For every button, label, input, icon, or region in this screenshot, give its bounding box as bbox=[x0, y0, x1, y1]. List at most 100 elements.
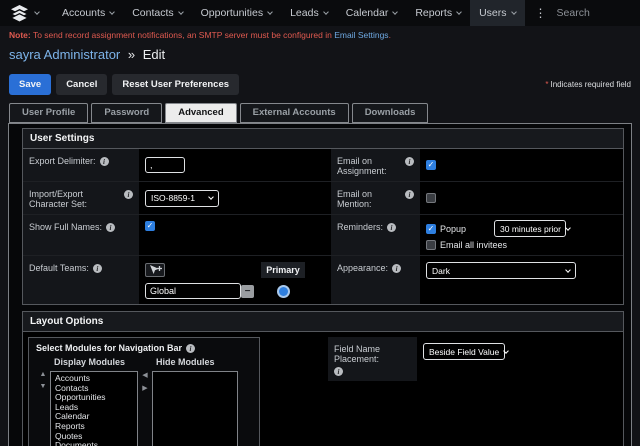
nav-item-calendar[interactable]: Calendar bbox=[337, 0, 407, 26]
arrow-plus-icon bbox=[149, 265, 162, 275]
tab-downloads[interactable]: Downloads bbox=[352, 103, 429, 123]
appearance-value-cell: Dark bbox=[420, 255, 623, 304]
field-label: Field Name Placement: bbox=[334, 344, 411, 364]
info-icon[interactable]: i bbox=[186, 344, 195, 353]
nav-item-leads[interactable]: Leads bbox=[281, 0, 337, 26]
email-all-invitees-checkbox[interactable] bbox=[426, 240, 436, 250]
email-on-mention-label-cell: Email on Mention: i bbox=[331, 181, 420, 214]
chevron-down-icon bbox=[503, 348, 509, 354]
add-team-button[interactable] bbox=[145, 263, 165, 277]
nav-item-label: Leads bbox=[290, 7, 319, 19]
export-delimiter-input[interactable] bbox=[145, 157, 185, 173]
reminders-label-cell: Reminders: i bbox=[331, 214, 420, 255]
email-on-assignment-label-cell: Email on Assignment: i bbox=[331, 149, 420, 181]
search-input[interactable] bbox=[557, 7, 640, 19]
appearance-label-cell: Appearance: i bbox=[331, 255, 420, 304]
appearance-selected-value: Dark bbox=[432, 266, 450, 276]
info-icon[interactable]: i bbox=[93, 264, 102, 273]
advanced-tab-content: User Settings Export Delimiter: i Email … bbox=[8, 123, 632, 446]
team-name-input[interactable] bbox=[145, 283, 241, 299]
info-icon[interactable]: i bbox=[387, 223, 396, 232]
cancel-button[interactable]: Cancel bbox=[56, 74, 107, 95]
default-teams-value-cell: Primary − bbox=[139, 255, 331, 304]
charset-select[interactable]: ISO-8859-1 bbox=[145, 190, 219, 207]
remove-team-button[interactable]: − bbox=[241, 285, 254, 298]
field-label: Export Delimiter: bbox=[29, 156, 96, 166]
display-modules-label: Display Modules bbox=[54, 357, 138, 367]
nav-item-label: Users bbox=[479, 7, 506, 19]
hide-modules-listbox[interactable] bbox=[152, 371, 238, 446]
field-label: Appearance: bbox=[337, 263, 388, 273]
show-full-names-label-cell: Show Full Names: i bbox=[23, 214, 139, 255]
user-edit-tabs: User Profile Password Advanced External … bbox=[9, 103, 631, 123]
default-teams-widget: Primary − bbox=[145, 262, 305, 299]
reminders-value-cell: ✓ Popup 30 minutes prior Email all invit… bbox=[420, 214, 623, 255]
info-icon[interactable]: i bbox=[334, 367, 343, 376]
user-settings-panel: User Settings Export Delimiter: i Email … bbox=[22, 128, 624, 305]
default-teams-label-cell: Default Teams: i bbox=[23, 255, 139, 304]
move-right-icon[interactable]: ▶ bbox=[142, 384, 147, 392]
breadcrumb: sayra Administrator » Edit bbox=[0, 40, 640, 62]
nav-item-contacts[interactable]: Contacts bbox=[123, 0, 191, 26]
move-up-icon[interactable]: ▲ bbox=[40, 371, 47, 378]
field-label: Email on Mention: bbox=[337, 189, 401, 209]
move-down-icon[interactable]: ▼ bbox=[40, 383, 47, 390]
edit-toolbar: Save Cancel Reset User Preferences *Indi… bbox=[0, 62, 640, 95]
tab-external-accounts[interactable]: External Accounts bbox=[240, 103, 349, 123]
nav-item-reports[interactable]: Reports bbox=[406, 0, 470, 26]
tab-password[interactable]: Password bbox=[91, 103, 162, 123]
breadcrumb-record-link[interactable]: sayra Administrator bbox=[9, 47, 120, 62]
info-icon[interactable]: i bbox=[405, 157, 414, 166]
show-full-names-checkbox[interactable]: ✓ bbox=[145, 221, 155, 231]
field-label: Reminders: bbox=[337, 222, 383, 232]
nav-item-users[interactable]: Users bbox=[470, 0, 524, 26]
nav-item-label: Opportunities bbox=[201, 7, 263, 19]
info-icon[interactable]: i bbox=[392, 264, 401, 273]
user-settings-grid: Export Delimiter: i Email on Assignment:… bbox=[23, 149, 623, 304]
info-icon[interactable]: i bbox=[124, 190, 133, 199]
reset-user-preferences-button[interactable]: Reset User Preferences bbox=[112, 74, 239, 95]
primary-team-radio[interactable] bbox=[279, 287, 288, 296]
chevron-down-icon bbox=[511, 9, 517, 15]
popup-timing-select[interactable]: 30 minutes prior bbox=[494, 220, 566, 237]
tab-advanced[interactable]: Advanced bbox=[165, 103, 236, 123]
app-logo-layers-icon[interactable] bbox=[10, 5, 29, 22]
tab-user-profile[interactable]: User Profile bbox=[9, 103, 88, 123]
select-modules-title: Select Modules for Navigation Bar bbox=[36, 343, 182, 353]
smtp-note-prefix: Note: bbox=[9, 30, 31, 40]
chevron-down-icon bbox=[456, 9, 462, 15]
appearance-select[interactable]: Dark bbox=[426, 262, 576, 279]
move-left-icon[interactable]: ◀ bbox=[142, 371, 147, 379]
primary-column-header: Primary bbox=[261, 262, 305, 278]
save-button[interactable]: Save bbox=[9, 74, 51, 95]
info-icon[interactable]: i bbox=[100, 157, 109, 166]
layout-options-panel: Layout Options Select Modules for Naviga… bbox=[22, 311, 624, 446]
breadcrumb-separator: » bbox=[128, 47, 135, 62]
field-name-placement-select[interactable]: Beside Field Value bbox=[423, 343, 505, 360]
logo-menu-chevron-down-icon[interactable] bbox=[34, 9, 40, 15]
required-text: Indicates required field bbox=[551, 80, 632, 89]
field-label: Show Full Names: bbox=[29, 222, 102, 232]
required-asterisk: * bbox=[545, 80, 548, 89]
email-settings-link[interactable]: Email Settings bbox=[334, 30, 388, 40]
popup-timing-selected-value: 30 minutes prior bbox=[500, 224, 561, 234]
list-item[interactable]: Documents bbox=[51, 441, 137, 446]
email-on-assignment-checkbox[interactable]: ✓ bbox=[426, 160, 436, 170]
email-on-mention-checkbox[interactable] bbox=[426, 193, 436, 203]
nav-item-opportunities[interactable]: Opportunities bbox=[192, 0, 281, 26]
nav-item-accounts[interactable]: Accounts bbox=[53, 0, 123, 26]
field-name-placement-value-cell: Beside Field Value bbox=[417, 337, 511, 365]
nav-item-label: Calendar bbox=[346, 7, 389, 19]
display-modules-listbox[interactable]: Accounts Contacts Opportunities Leads Ca… bbox=[50, 371, 138, 446]
info-icon[interactable]: i bbox=[106, 223, 115, 232]
popup-reminder-checkbox[interactable]: ✓ bbox=[426, 224, 436, 234]
required-field-note: *Indicates required field bbox=[545, 80, 631, 89]
email-on-assignment-value-cell: ✓ bbox=[420, 149, 623, 181]
field-name-placement-label-cell: Field Name Placement: i bbox=[328, 337, 417, 381]
chevron-down-icon bbox=[392, 9, 398, 15]
field-label: Import/Export Character Set: bbox=[29, 189, 120, 209]
charset-selected-value: ISO-8859-1 bbox=[151, 193, 195, 203]
charset-label-cell: Import/Export Character Set: i bbox=[23, 181, 139, 214]
more-modules-kebab-icon[interactable]: ⋮ bbox=[525, 6, 557, 20]
info-icon[interactable]: i bbox=[405, 190, 414, 199]
